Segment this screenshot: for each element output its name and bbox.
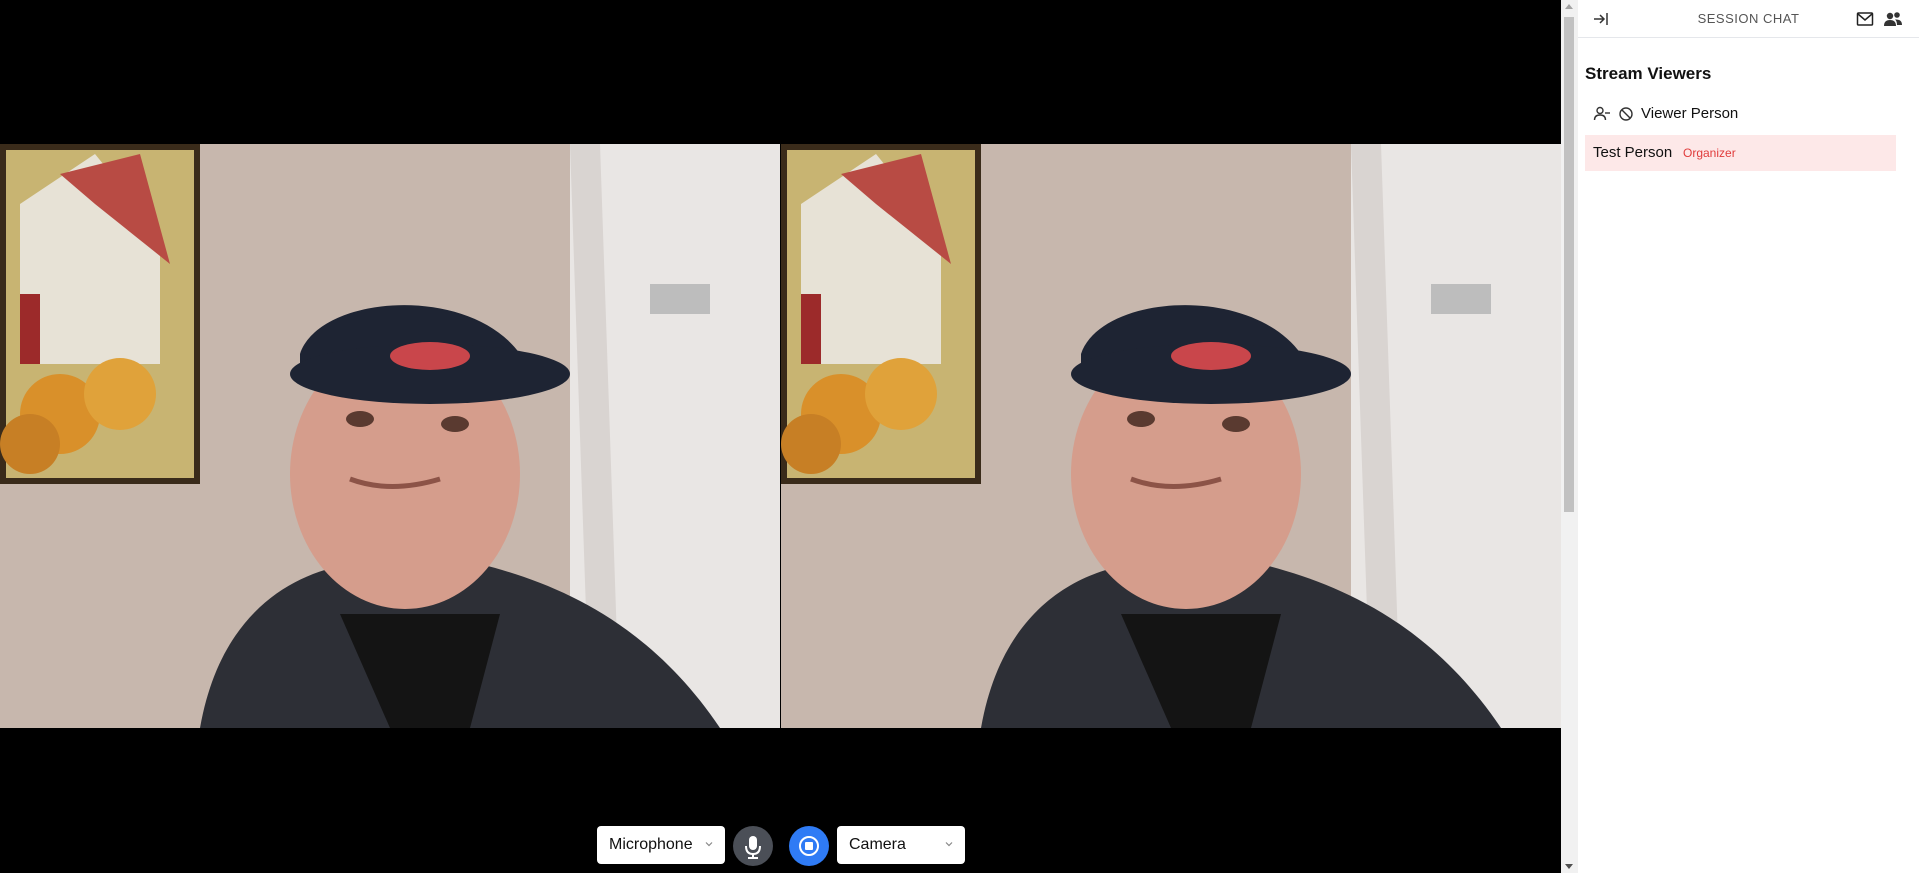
microphone-toggle-button[interactable]: [733, 826, 773, 866]
chevron-down-icon: [705, 842, 713, 847]
video-stage: Microphone Camera: [0, 0, 1561, 873]
ban-icon[interactable]: [1617, 105, 1635, 123]
microphone-select-label: Microphone: [609, 836, 693, 853]
video-tile-local: [0, 144, 780, 728]
media-controls: Microphone Camera: [0, 826, 1561, 866]
webcam-feed: [781, 144, 1561, 728]
sidebar-header: SESSION CHAT: [1578, 0, 1919, 38]
page-scrollbar[interactable]: [1561, 0, 1578, 873]
mail-icon[interactable]: [1856, 11, 1874, 27]
camera-select-label: Camera: [849, 836, 906, 853]
scroll-up-arrow[interactable]: [1565, 4, 1573, 9]
remove-user-icon[interactable]: [1593, 105, 1611, 123]
scroll-down-arrow[interactable]: [1565, 864, 1573, 869]
stop-stream-button[interactable]: [789, 826, 829, 866]
organizer-badge: Organizer: [1683, 146, 1736, 160]
viewer-row-organizer: Test Person Organizer: [1585, 135, 1896, 171]
microphone-icon: [745, 836, 761, 859]
stop-icon: [799, 836, 819, 856]
viewer-row: Viewer Person: [1585, 96, 1896, 132]
scrollbar-thumb[interactable]: [1564, 17, 1574, 512]
chevron-down-icon: [945, 842, 953, 847]
viewer-name: Viewer Person: [1641, 105, 1739, 122]
webcam-feed: [0, 144, 780, 728]
camera-select[interactable]: Camera: [837, 826, 965, 864]
microphone-select[interactable]: Microphone: [597, 826, 725, 864]
people-icon[interactable]: [1883, 10, 1903, 28]
app-root: Microphone Camera SESSION CHAT Stream Vi…: [0, 0, 1919, 873]
viewer-name: Test Person: [1593, 144, 1673, 161]
chat-sidebar: SESSION CHAT Stream Viewers Viewer Perso…: [1578, 0, 1919, 873]
video-tile-remote: [781, 144, 1561, 728]
stream-viewers-heading: Stream Viewers: [1585, 64, 1712, 83]
